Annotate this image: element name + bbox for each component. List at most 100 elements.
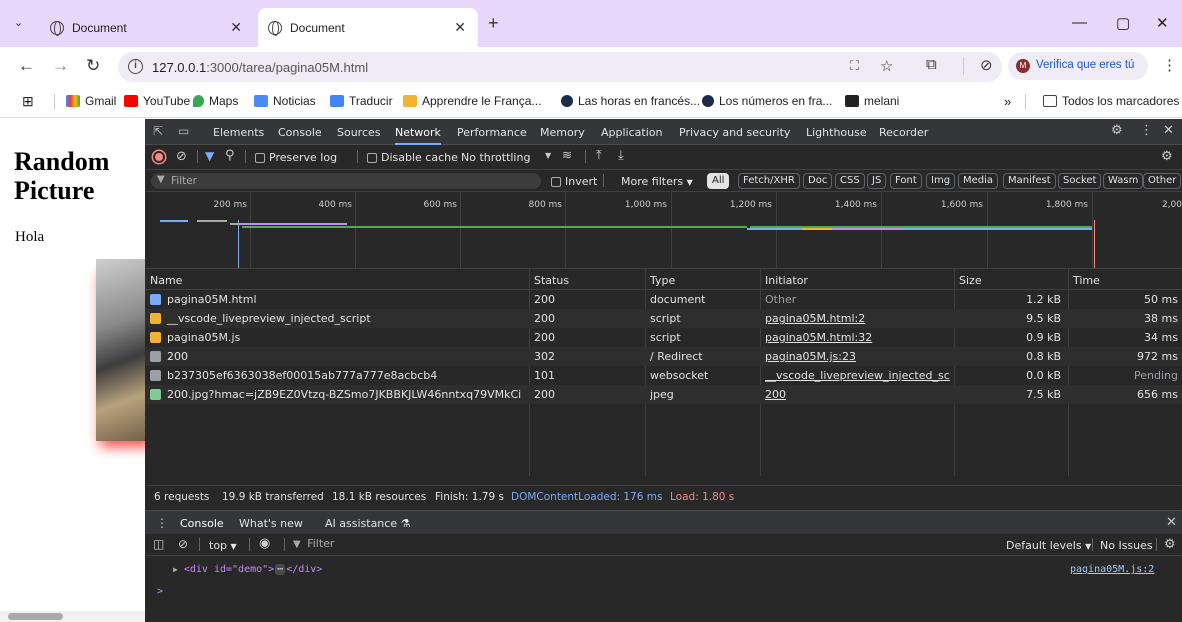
clear-icon[interactable]: ⊘ bbox=[176, 149, 187, 164]
forward-icon[interactable]: → bbox=[52, 56, 69, 76]
tab-privacy-security[interactable]: Privacy and security bbox=[679, 126, 790, 139]
menu-icon[interactable]: ⋮ bbox=[1162, 56, 1177, 74]
window-close-icon[interactable]: ✕ bbox=[1156, 14, 1169, 32]
bookmark-noticias[interactable]: Noticias bbox=[254, 94, 316, 108]
tab-network[interactable]: Network bbox=[395, 126, 441, 145]
table-row[interactable]: pagina05M.html 200 document Other 1.2 kB 50 m… bbox=[145, 290, 1182, 309]
filter-chip-all[interactable]: All bbox=[707, 173, 730, 189]
export-har-icon[interactable]: ⤓ bbox=[618, 148, 624, 163]
throttling-select[interactable]: No throttling bbox=[461, 151, 530, 164]
close-devtools-icon[interactable]: ✕ bbox=[1163, 123, 1174, 138]
table-row[interactable]: b237305ef6363038ef00015ab777a777e8acbcb4… bbox=[145, 366, 1182, 385]
inspect-icon[interactable]: ⇱ bbox=[153, 124, 163, 138]
more-bookmarks-button[interactable]: » bbox=[1004, 94, 1011, 109]
tab-document-1[interactable]: Document ✕ bbox=[40, 8, 254, 47]
new-tab-button[interactable]: + bbox=[488, 13, 499, 34]
ellipsis-icon[interactable]: ⋯ bbox=[275, 564, 286, 575]
drawer-menu-icon[interactable]: ⋮ bbox=[156, 516, 168, 530]
network-overview-timeline[interactable]: 200 ms 400 ms 600 ms 800 ms 1,000 ms 1,2… bbox=[145, 192, 1182, 269]
filter-input[interactable]: ▼ Filter bbox=[151, 173, 541, 189]
filter-chip-socket[interactable]: Socket bbox=[1058, 173, 1102, 189]
cell-initiator[interactable]: pagina05M.html:2 bbox=[765, 312, 950, 325]
issues-counter[interactable]: No Issues bbox=[1100, 539, 1153, 552]
table-row[interactable]: pagina05M.js 200 script pagina05M.html:32 0.… bbox=[145, 328, 1182, 347]
column-type[interactable]: Type bbox=[650, 274, 675, 287]
import-har-icon[interactable]: ⤒ bbox=[596, 148, 602, 163]
profile-chip[interactable]: M Verifica que eres tú bbox=[1008, 52, 1148, 80]
column-name[interactable]: Name bbox=[150, 274, 182, 287]
reload-icon[interactable]: ↻ bbox=[86, 56, 100, 76]
search-icon[interactable]: ⚲ bbox=[225, 148, 235, 163]
bookmark-star-icon[interactable]: ☆ bbox=[880, 57, 893, 75]
console-prompt[interactable]: > bbox=[157, 586, 163, 597]
clear-console-icon[interactable]: ⊘ bbox=[178, 537, 188, 551]
filter-funnel-icon[interactable]: ▼ bbox=[205, 149, 214, 163]
bookmark-horas[interactable]: Las horas en francés... bbox=[561, 94, 700, 108]
drawer-tab-whats-new[interactable]: What's new bbox=[239, 517, 303, 530]
drawer-tab-console[interactable]: Console bbox=[180, 517, 224, 536]
filter-chip-font[interactable]: Font bbox=[890, 173, 922, 189]
settings-icon[interactable]: ⚙ bbox=[1111, 123, 1123, 138]
filter-chip-fetch-xhr[interactable]: Fetch/XHR bbox=[738, 173, 800, 189]
column-initiator[interactable]: Initiator bbox=[765, 274, 808, 287]
column-time[interactable]: Time bbox=[1073, 274, 1100, 287]
site-info-icon[interactable]: i bbox=[128, 59, 143, 74]
cell-initiator[interactable]: pagina05M.html:32 bbox=[765, 331, 950, 344]
minimize-icon[interactable]: — bbox=[1072, 14, 1087, 31]
filter-chip-js[interactable]: JS bbox=[867, 173, 887, 189]
tab-application[interactable]: Application bbox=[601, 126, 662, 139]
all-bookmarks[interactable]: Todos los marcadores bbox=[1043, 94, 1179, 108]
filter-chip-manifest[interactable]: Manifest bbox=[1003, 173, 1056, 189]
table-row[interactable]: 200 302 / Redirect pagina05M.js:23 0.8 kB 972… bbox=[145, 347, 1182, 366]
horizontal-scrollbar[interactable] bbox=[0, 611, 145, 622]
performance-icon[interactable]: ⊘ bbox=[980, 56, 993, 74]
bookmark-gmail[interactable]: Gmail bbox=[66, 94, 116, 108]
tab-sources[interactable]: Sources bbox=[337, 126, 381, 139]
chevron-down-icon[interactable]: ▼ bbox=[545, 151, 551, 160]
console-settings-icon[interactable]: ⚙ bbox=[1164, 537, 1176, 552]
translate-icon[interactable]: ⛶ bbox=[850, 58, 859, 74]
network-settings-icon[interactable]: ⚙ bbox=[1161, 149, 1173, 164]
close-icon[interactable]: ✕ bbox=[454, 19, 466, 36]
restore-icon[interactable]: ▢ bbox=[1116, 14, 1130, 32]
filter-chip-css[interactable]: CSS bbox=[835, 173, 865, 189]
tab-elements[interactable]: Elements bbox=[213, 126, 264, 139]
tab-recorder[interactable]: Recorder bbox=[879, 126, 928, 139]
disable-cache-checkbox[interactable]: Disable cache bbox=[367, 151, 458, 164]
console-filter-input[interactable]: ▼ Filter bbox=[293, 537, 993, 553]
tab-document-2[interactable]: Document ✕ bbox=[258, 8, 478, 47]
close-icon[interactable]: ✕ bbox=[230, 19, 242, 36]
tab-lighthouse[interactable]: Lighthouse bbox=[806, 126, 867, 139]
invert-checkbox[interactable]: Invert bbox=[551, 175, 597, 188]
tab-search-button[interactable]: ⌄ bbox=[14, 16, 23, 29]
column-size[interactable]: Size bbox=[959, 274, 982, 287]
expand-triangle-icon[interactable]: ▶ bbox=[173, 565, 178, 574]
log-levels-dropdown[interactable]: Default levels ▼ bbox=[1006, 539, 1091, 552]
bookmark-apprendre[interactable]: Apprendre le França... bbox=[403, 94, 541, 108]
back-icon[interactable]: ← bbox=[18, 56, 35, 76]
filter-chip-other[interactable]: Other bbox=[1143, 173, 1182, 189]
preserve-log-checkbox[interactable]: Preserve log bbox=[255, 151, 337, 164]
filter-chip-media[interactable]: Media bbox=[958, 173, 999, 189]
bookmark-youtube[interactable]: YouTube bbox=[124, 94, 190, 108]
bookmark-traducir[interactable]: Traducir bbox=[330, 94, 393, 108]
filter-chip-wasm[interactable]: Wasm bbox=[1103, 173, 1144, 189]
tab-console[interactable]: Console bbox=[278, 126, 322, 139]
bookmark-melani[interactable]: melani bbox=[845, 94, 899, 108]
scrollbar-thumb[interactable] bbox=[8, 613, 63, 620]
address-bar[interactable]: i 127.0.0.1:3000/tarea/pagina05M.html ⛶ … bbox=[118, 52, 1002, 82]
console-source-link[interactable]: pagina05M.js:2 bbox=[1070, 564, 1154, 575]
extensions-icon[interactable]: ⧉ bbox=[926, 56, 937, 73]
more-filters-dropdown[interactable]: More filters ▼ bbox=[621, 175, 693, 188]
live-expression-icon[interactable]: ◉ bbox=[259, 536, 270, 551]
apps-icon[interactable]: ⊞ bbox=[22, 93, 34, 110]
device-toolbar-icon[interactable]: ▭ bbox=[178, 124, 189, 138]
column-status[interactable]: Status bbox=[534, 274, 569, 287]
filter-chip-img[interactable]: Img bbox=[926, 173, 956, 189]
cell-initiator[interactable]: __vscode_livepreview_injected_script:3 bbox=[765, 369, 950, 382]
table-row[interactable]: 200.jpg?hmac=jZB9EZ0Vtzq-BZSmo7JKBBKJLW4… bbox=[145, 385, 1182, 404]
close-drawer-icon[interactable]: ✕ bbox=[1166, 515, 1177, 530]
bookmark-maps[interactable]: Maps bbox=[193, 94, 238, 108]
network-conditions-icon[interactable]: ≋ bbox=[562, 148, 572, 162]
console-message[interactable]: ▶ <div id="demo"> ⋯ </div> bbox=[173, 564, 322, 575]
